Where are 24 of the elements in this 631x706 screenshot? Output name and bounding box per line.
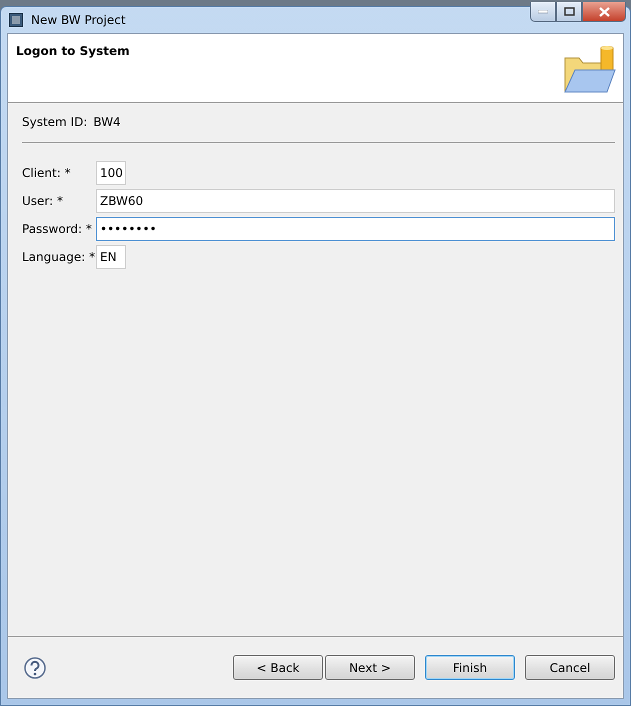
wizard-button[interactable]: Finish bbox=[425, 655, 515, 680]
field-label: Client: * bbox=[22, 166, 72, 180]
wizard-button[interactable]: < Back bbox=[233, 655, 323, 680]
minimize-button[interactable] bbox=[530, 2, 556, 22]
minimize-icon bbox=[538, 10, 548, 14]
input-field[interactable]: •••••••• bbox=[96, 217, 615, 241]
system-id-value: BW4 bbox=[93, 115, 121, 129]
window-title: New BW Project bbox=[31, 13, 126, 27]
input-field[interactable]: ZBW60 bbox=[96, 189, 615, 213]
system-id-label: System ID: bbox=[22, 115, 88, 129]
wizard-button[interactable]: Cancel bbox=[525, 655, 615, 680]
maximize-icon bbox=[564, 7, 574, 16]
page-title: Logon to System bbox=[16, 44, 130, 58]
wizard-button[interactable]: Next > bbox=[325, 655, 415, 680]
field-label: User: * bbox=[22, 194, 64, 208]
maximize-button[interactable] bbox=[556, 2, 582, 22]
field-label: Language: * bbox=[22, 250, 96, 264]
field-label: Password: * bbox=[22, 222, 93, 236]
input-field[interactable]: EN bbox=[96, 245, 126, 269]
help-icon[interactable] bbox=[24, 656, 46, 678]
input-field[interactable]: 100 bbox=[96, 161, 126, 185]
app-icon bbox=[9, 13, 23, 27]
close-icon bbox=[598, 6, 610, 16]
close-button[interactable] bbox=[582, 2, 626, 22]
